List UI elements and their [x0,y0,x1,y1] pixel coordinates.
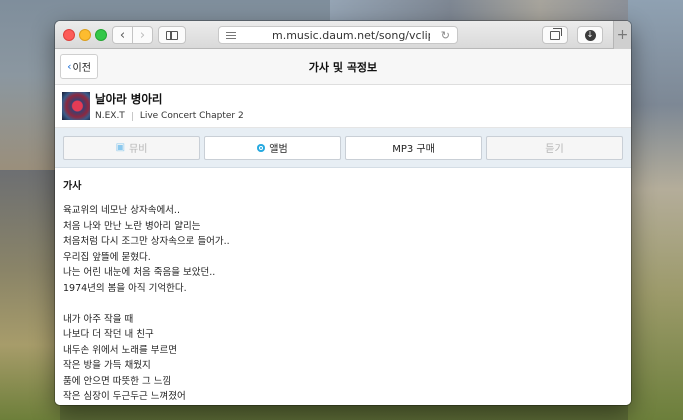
chevron-left-icon: ‹ [67,60,72,73]
zoom-window-button[interactable] [95,29,107,41]
show-tabs-button[interactable] [542,26,568,44]
desktop-mountain-left [0,170,60,420]
mv-button[interactable]: ▣ 뮤비 [63,135,200,160]
lyric-line: 나는 어린 내눈에 처음 죽음을 보았던.. [63,267,216,278]
lyric-line: 나보다 더 작던 내 친구 [63,329,154,340]
new-tab-button[interactable]: + [613,21,631,49]
browser-toolbar: ‹ › m.music.daum.net/song/vcliplyrics ↻ … [55,21,631,49]
lyric-line: 육교위의 네모난 상자속에서.. [63,205,180,216]
action-bar: ▣ 뮤비 앨범 MP3 구매 듣기 [55,128,631,168]
address-bar[interactable]: m.music.daum.net/song/vcliplyrics ↻ [218,26,458,44]
mp3-purchase-label: MP3 구매 [392,144,435,155]
artist-link[interactable]: N.EX.T [95,111,125,121]
song-title: 날아라 병아리 [95,92,163,106]
page-header: ‹ 이전 가사 및 곡정보 [55,49,631,85]
mp3-purchase-button[interactable]: MP3 구매 [345,135,482,160]
listen-button[interactable]: 듣기 [486,135,623,160]
lyric-line: 처음 나와 만난 노란 병아리 얄리는 [63,220,201,232]
divider [131,111,133,121]
album-button[interactable]: 앨범 [204,135,341,160]
url-text: m.music.daum.net/song/vcliplyrics [272,28,430,42]
lyric-line: 우리집 앞뜰에 묻혔다. [63,251,151,263]
lyric-line: 작은 심장이 두근두근 느껴졌어 [63,391,186,402]
forward-button[interactable]: › [132,26,153,44]
album-link[interactable]: Live Concert Chapter 2 [140,111,244,121]
lyric-line: 작은 방을 가득 채웠지 [63,360,151,371]
lyrics-heading: 가사 [63,181,82,192]
download-icon: ↓ [584,29,596,41]
lyric-line: 내가 아주 작을 때 [63,313,134,325]
mv-icon: ▣ [115,142,126,153]
sidebar-icon [166,30,178,40]
lyric-line [63,296,623,312]
mv-label: 뮤비 [129,144,148,155]
lyrics-section: 가사 육교위의 네모난 상자속에서.. 처음 나와 만난 노란 병아리 얄리는 … [55,168,631,405]
reader-icon[interactable] [226,31,236,39]
previous-label: 이전 [72,63,91,74]
reload-icon[interactable]: ↻ [441,29,450,42]
minimize-window-button[interactable] [79,29,91,41]
web-page: ‹ 이전 가사 및 곡정보 날아라 병아리 N.EX.T Live Concer… [55,49,631,405]
listen-label: 듣기 [545,144,564,155]
lyric-line: 내두손 위에서 노래를 부르면 [63,344,177,356]
lyric-line: 1974년의 봄을 아직 기억한다. [63,282,187,294]
album-label: 앨범 [269,144,288,155]
lyric-line: 품에 안으면 따뜻한 그 느낌 [63,375,172,387]
song-meta: 날아라 병아리 N.EX.T Live Concert Chapter 2 [95,91,244,121]
close-window-button[interactable] [63,29,75,41]
back-button[interactable]: ‹ [112,26,133,44]
song-subtitle: N.EX.T Live Concert Chapter 2 [95,111,244,121]
sidebar-toggle-button[interactable] [158,26,186,44]
lyric-line: 처음처럼 다시 조그만 상자속으로 들어가.. [63,236,230,247]
album-icon [257,143,266,152]
desktop-mountain-right [628,0,683,420]
browser-window: ‹ › m.music.daum.net/song/vcliplyrics ↻ … [55,21,631,405]
tabs-icon [550,27,562,40]
chevron-right-icon: › [139,27,146,43]
previous-button[interactable]: ‹ 이전 [60,54,98,79]
downloads-button[interactable]: ↓ [577,26,603,44]
album-cover[interactable] [62,92,90,120]
song-info: 날아라 병아리 N.EX.T Live Concert Chapter 2 [55,85,631,128]
chevron-left-icon: ‹ [119,27,126,43]
page-title: 가사 및 곡정보 [308,60,378,74]
